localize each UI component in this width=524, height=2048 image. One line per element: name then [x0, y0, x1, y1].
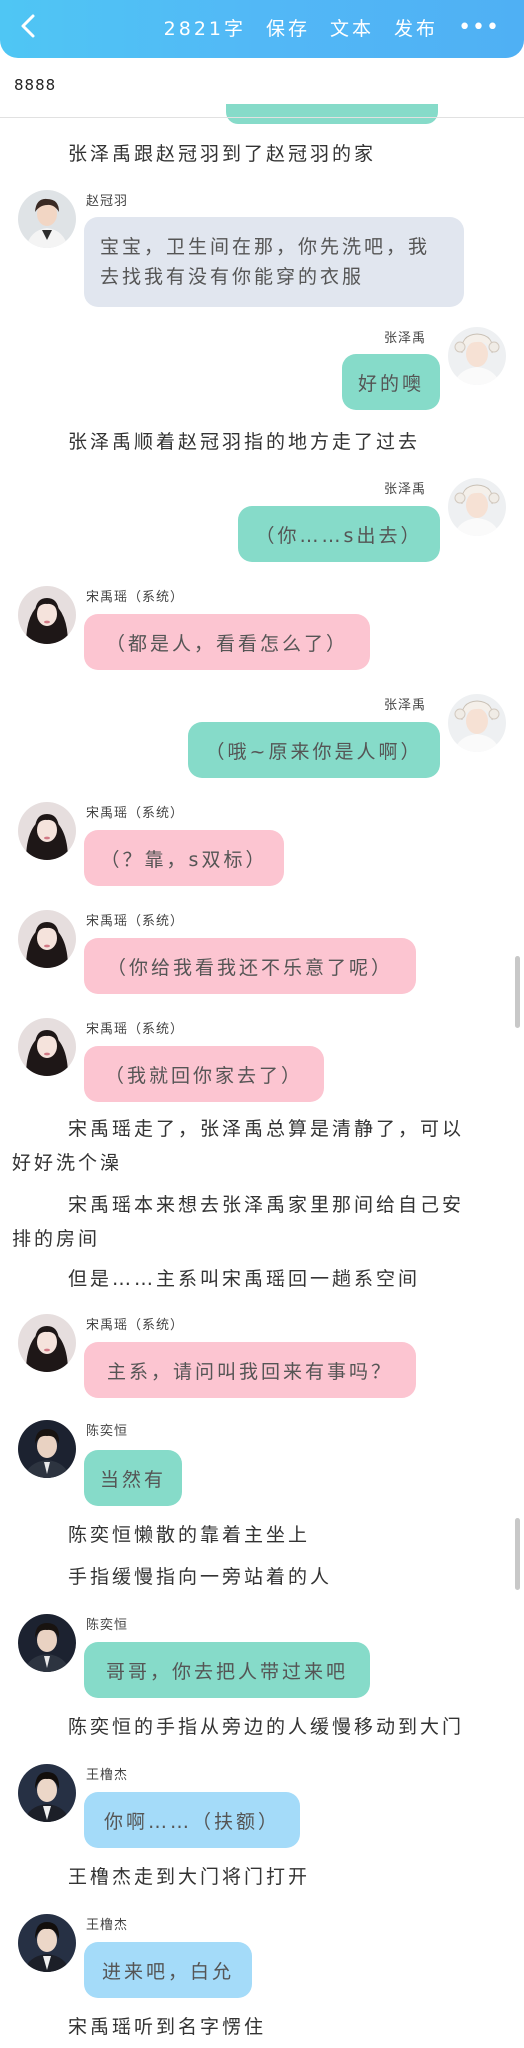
cut-off-bubble [226, 104, 438, 124]
narration-line[interactable]: 宋禹瑶走了，张泽禹总算是清静了，可以 [68, 1112, 464, 1146]
narration-line[interactable]: 王橹杰走到大门将门打开 [68, 1860, 310, 1894]
speaker-name: 宋禹瑶（系统） [86, 806, 185, 821]
word-count: 2821字 [163, 18, 247, 40]
speaker-name: 宋禹瑶（系统） [86, 1318, 185, 1333]
scrollbar[interactable] [515, 1518, 520, 1590]
speaker-name: 宋禹瑶（系统） [86, 1022, 185, 1037]
avatar-chen-yiheng[interactable] [18, 1420, 76, 1478]
avatar-zhang-zeyu[interactable] [448, 327, 506, 385]
message-bubble[interactable]: 哥哥，你去把人带过来吧 [84, 1642, 370, 1698]
text-button[interactable]: 文本 [330, 14, 374, 41]
avatar-zhao-guanyu[interactable] [18, 190, 76, 248]
message-bubble[interactable]: （？靠，s双标） [84, 830, 284, 886]
narration-line[interactable]: 宋禹瑶本来想去张泽禹家里那间给自己安 [68, 1188, 464, 1222]
speaker-name: 陈奕恒 [86, 1618, 129, 1633]
message-bubble[interactable]: 进来吧，白允 [84, 1942, 252, 1998]
avatar-zhang-zeyu[interactable] [448, 694, 506, 752]
speaker-name: 宋禹瑶（系统） [86, 590, 185, 605]
scrollbar[interactable] [515, 956, 520, 1028]
narration-line[interactable]: 手指缓慢指向一旁站着的人 [68, 1560, 332, 1594]
avatar-song-yuyao[interactable] [18, 586, 76, 644]
narration-line[interactable]: 张泽禹顺着赵冠羽指的地方走了过去 [68, 425, 420, 459]
narration-line[interactable]: 陈奕恒的手指从旁边的人缓慢移动到大门 [68, 1710, 464, 1744]
avatar-song-yuyao[interactable] [18, 802, 76, 860]
avatar-chen-yiheng[interactable] [18, 1614, 76, 1672]
avatar-song-yuyao[interactable] [18, 1018, 76, 1076]
message-bubble[interactable]: 当然有 [84, 1450, 182, 1506]
speaker-name: 王橹杰 [86, 1918, 129, 1933]
publish-button[interactable]: 发布 [394, 14, 438, 41]
avatar-song-yuyao[interactable] [18, 1314, 76, 1372]
speaker-name: 王橹杰 [86, 1768, 129, 1783]
toolbar-actions: 2821字 保存 文本 发布 ••• [164, 14, 500, 41]
narration-line[interactable]: 但是……主系叫宋禹瑶回一趟系空间 [68, 1262, 420, 1296]
save-button[interactable]: 保存 [266, 14, 310, 41]
avatar-song-yuyao[interactable] [18, 910, 76, 968]
more-icon[interactable]: ••• [458, 16, 500, 38]
speaker-name: 张泽禹 [384, 482, 427, 497]
avatar-zhang-zeyu[interactable] [448, 478, 506, 536]
message-bubble[interactable]: 宝宝，卫生间在那，你先洗吧，我去找我有没有你能穿的衣服 [84, 217, 464, 307]
message-bubble[interactable]: （我就回你家去了） [84, 1046, 324, 1102]
message-bubble[interactable]: （都是人，看看怎么了） [84, 614, 370, 670]
message-bubble[interactable]: 好的噢 [342, 354, 440, 410]
top-toolbar: 2821字 保存 文本 发布 ••• [0, 0, 524, 58]
divider [0, 117, 524, 118]
speaker-name: 赵冠羽 [86, 194, 129, 209]
message-bubble[interactable]: （哦~原来你是人啊） [188, 722, 440, 778]
speaker-name: 陈奕恒 [86, 1424, 129, 1439]
narration-line[interactable]: 宋禹瑶听到名字愣住 [68, 2010, 266, 2044]
message-bubble[interactable]: 主系，请问叫我回来有事吗？ [84, 1342, 416, 1398]
narration-line[interactable]: 陈奕恒懒散的靠着主坐上 [68, 1518, 310, 1552]
message-bubble[interactable]: （你……s出去） [238, 506, 440, 562]
avatar-wang-lujie[interactable] [18, 1914, 76, 1972]
narration-line[interactable]: 张泽禹跟赵冠羽到了赵冠羽的家 [68, 137, 376, 171]
message-bubble[interactable]: （你给我看我还不乐意了呢） [84, 938, 416, 994]
back-icon[interactable] [14, 11, 44, 41]
speaker-name: 张泽禹 [384, 331, 427, 346]
message-bubble[interactable]: 你啊……（扶额） [84, 1792, 300, 1848]
narration-line[interactable]: 排的房间 [12, 1222, 100, 1256]
story-title[interactable]: 8888 [14, 76, 56, 94]
speaker-name: 宋禹瑶（系统） [86, 914, 185, 929]
avatar-wang-lujie[interactable] [18, 1764, 76, 1822]
speaker-name: 张泽禹 [384, 698, 427, 713]
narration-line[interactable]: 好好洗个澡 [12, 1146, 122, 1180]
